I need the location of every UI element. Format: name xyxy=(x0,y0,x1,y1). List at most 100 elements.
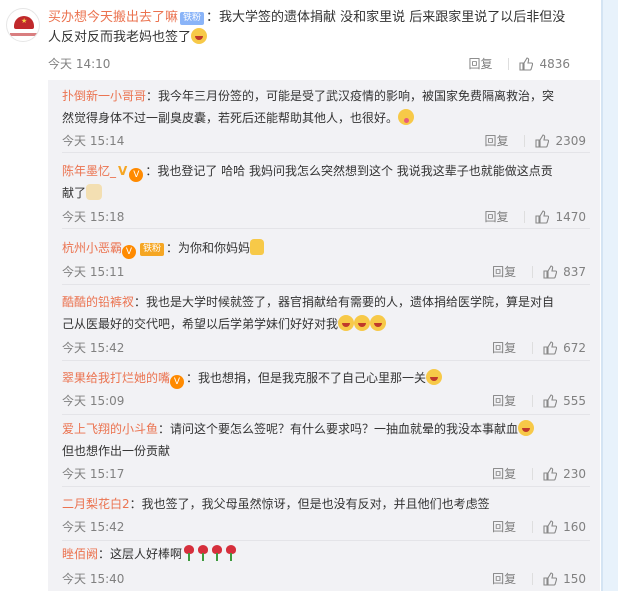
reply-body: 翠果给我打烂她的嘴 V ：我也想捐，但是我克服不了自己心里那一关 xyxy=(62,367,562,389)
username-link[interactable]: 扑倒新一小哥哥 xyxy=(62,89,146,103)
reply-time: 今天 15:14 xyxy=(62,134,125,148)
avatar[interactable]: ★ xyxy=(6,8,40,42)
reply-text: ：为你和你妈妈 xyxy=(166,241,251,255)
username-link[interactable]: 酷酷的铅裤衩 xyxy=(62,295,134,309)
comment-body: 买办想今天搬出去了嘛 铁粉 ：我大学签的遗体捐献 没和家里说 后来跟家里说了以后非但… xyxy=(48,8,578,48)
username-link[interactable]: 爱上飞翔的小斗鱼 xyxy=(62,422,158,436)
like-count: 2309 xyxy=(555,133,586,148)
reply-time: 今天 15:09 xyxy=(62,394,125,408)
reply-actions: 回复 1470 xyxy=(484,208,586,225)
reply-button[interactable]: 回复 xyxy=(492,570,516,587)
rose-emoji-icon xyxy=(224,545,238,561)
like-count: 4836 xyxy=(539,56,570,71)
reply-actions: 回复 160 xyxy=(492,518,586,535)
thumbs-up-emoji-icon xyxy=(250,239,265,255)
divider xyxy=(62,152,590,153)
laugh-emoji-icon xyxy=(426,369,443,385)
reply-body: 扑倒新一小哥哥：我今年三月份签的，可能是受了武汉疫情的影响，被国家免费隔离救治，… xyxy=(62,85,562,129)
username-link[interactable]: 二月梨花白2 xyxy=(62,497,130,511)
username-link[interactable]: 陈年墨忆_ xyxy=(62,164,116,178)
reply-time: 今天 15:42 xyxy=(62,341,125,355)
like-count: 555 xyxy=(563,393,586,408)
reply-time: 今天 15:11 xyxy=(62,265,125,279)
reply-body: 二月梨花白2：我也签了，我父母虽然惊讶，但是也没有反对，并且他们也考虑签 xyxy=(62,493,562,515)
like-icon[interactable] xyxy=(543,264,558,279)
scrollbar[interactable] xyxy=(601,0,618,591)
divider xyxy=(62,360,590,361)
like-count: 150 xyxy=(563,571,586,586)
comment-actions: 回复 4836 xyxy=(468,55,570,72)
reply-actions: 回复 230 xyxy=(492,465,586,482)
reply-button[interactable]: 回复 xyxy=(492,263,516,280)
reply-actions: 回复 555 xyxy=(492,392,586,409)
divider xyxy=(62,284,590,285)
like-icon[interactable] xyxy=(543,466,558,481)
username-link[interactable]: 杭州小恶霸 xyxy=(62,241,122,255)
comment-time: 今天 14:10 xyxy=(48,57,111,71)
reply-button[interactable]: 回复 xyxy=(492,518,516,535)
reply-time: 今天 15:18 xyxy=(62,210,125,224)
rose-emoji-icon xyxy=(196,545,210,561)
reply-button[interactable]: 回复 xyxy=(484,208,508,225)
reply-body: 杭州小恶霸 V 铁粉 ：为你和你妈妈 xyxy=(62,237,562,259)
fan-badge[interactable]: 铁粉 xyxy=(180,12,205,25)
reply-button[interactable]: 回复 xyxy=(484,132,508,149)
reply-time: 今天 15:42 xyxy=(62,520,125,534)
reply-text-continued: 但也想作出一份贡献 xyxy=(62,444,171,458)
like-icon[interactable] xyxy=(543,571,558,586)
reply-text: ：我也想捐，但是我克服不了自己心里那一关 xyxy=(186,371,427,385)
reply-body: 睉佰阙：这层人好棒啊 xyxy=(62,543,562,565)
reply-actions: 回复 837 xyxy=(492,263,586,280)
like-icon[interactable] xyxy=(543,393,558,408)
reply-text: ：我也签了，我父母虽然惊讶，但是也没有反对，并且他们也考虑签 xyxy=(129,497,490,511)
laugh-emoji-icon xyxy=(518,420,535,436)
reply-body: 爱上飞翔的小斗鱼：请问这个要怎么签呢？有什么要求吗？一抽血就晕的我没本事献血但也… xyxy=(62,418,562,462)
fan-badge[interactable]: 铁粉 xyxy=(140,243,165,256)
tongue-emoji-icon xyxy=(398,109,415,125)
rose-emoji-icon xyxy=(182,545,196,561)
laugh-emoji-icon xyxy=(370,315,387,331)
vip-icon: V xyxy=(170,375,185,389)
like-count: 837 xyxy=(563,264,586,279)
like-icon[interactable] xyxy=(535,209,550,224)
reply-body: 酷酷的铅裤衩：我也是大学时候就签了，器官捐献给有需要的人，遗体捐给医学院，算是对… xyxy=(62,291,562,335)
reply-text: ：我也是大学时候就签了，器官捐献给有需要的人，遗体捐给医学院，算是对自己从医最好… xyxy=(62,295,555,331)
vip-icon: V xyxy=(129,168,144,182)
like-icon[interactable] xyxy=(543,340,558,355)
reply-button[interactable]: 回复 xyxy=(492,465,516,482)
v-badge-icon: V xyxy=(118,164,128,178)
reply-text: ：请问这个要怎么签呢？有什么要求吗？一抽血就晕的我没本事献血 xyxy=(158,422,519,436)
reply-list: 扑倒新一小哥哥：我今年三月份签的，可能是受了武汉疫情的影响，被国家免费隔离救治，… xyxy=(48,80,600,591)
laugh-emoji-icon xyxy=(354,315,371,331)
divider xyxy=(62,540,590,541)
main-comment: ★ 买办想今天搬出去了嘛 铁粉 ：我大学签的遗体捐献 没和家里说 后来跟家里说了以后… xyxy=(0,0,600,80)
dog-emoji-icon xyxy=(86,184,103,200)
reply-button[interactable]: 回复 xyxy=(492,339,516,356)
reply-body: 陈年墨忆_ V V ：我也登记了 哈哈 我妈问我怎么突然想到这个 我说我这辈子也就能做… xyxy=(62,160,562,204)
reply-button[interactable]: 回复 xyxy=(492,392,516,409)
like-count: 230 xyxy=(563,466,586,481)
divider xyxy=(62,486,590,487)
vip-icon: V xyxy=(122,245,137,259)
like-count: 160 xyxy=(563,519,586,534)
divider xyxy=(62,228,590,229)
username-link[interactable]: 翠果给我打烂她的嘴 xyxy=(62,371,170,385)
like-icon[interactable] xyxy=(519,56,534,71)
reply-actions: 回复 672 xyxy=(492,339,586,356)
username-link[interactable]: 买办想今天搬出去了嘛 xyxy=(48,10,178,25)
laugh-emoji-icon xyxy=(338,315,355,331)
laugh-emoji-icon xyxy=(191,28,208,44)
rose-emoji-icon xyxy=(210,545,224,561)
divider xyxy=(62,414,590,415)
like-icon[interactable] xyxy=(535,133,550,148)
reply-text: ：这层人好棒啊 xyxy=(98,547,183,561)
username-link[interactable]: 睉佰阙 xyxy=(62,547,98,561)
like-icon[interactable] xyxy=(543,519,558,534)
reply-actions: 回复 2309 xyxy=(484,132,586,149)
reply-actions: 回复 150 xyxy=(492,570,586,587)
like-count: 1470 xyxy=(555,209,586,224)
reply-time: 今天 15:17 xyxy=(62,467,125,481)
reply-time: 今天 15:40 xyxy=(62,572,125,586)
like-count: 672 xyxy=(563,340,586,355)
reply-button[interactable]: 回复 xyxy=(468,55,492,72)
